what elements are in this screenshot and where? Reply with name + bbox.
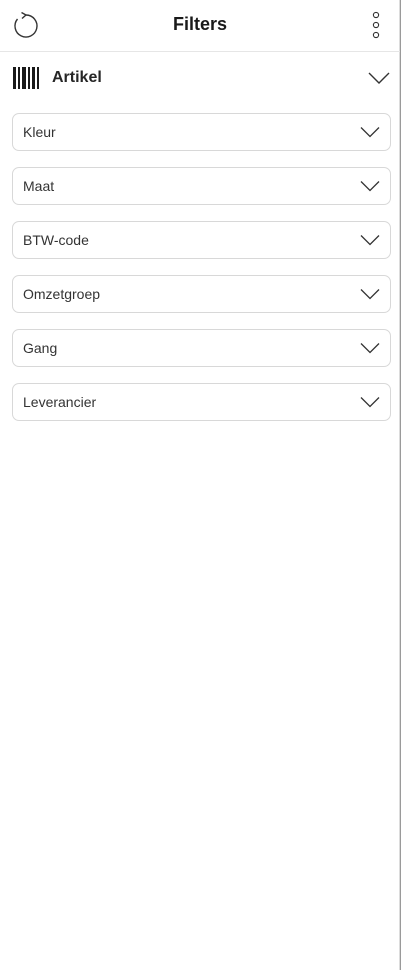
chevron-down-icon [360, 397, 380, 408]
page-title: Filters [172, 14, 228, 34]
filter-dropdown-label: Maat [23, 178, 55, 194]
section-header-artikel[interactable]: Artikel [0, 52, 400, 104]
filter-dropdown[interactable]: Omzetgroep [12, 275, 391, 313]
filter-dropdown[interactable]: Leverancier [12, 383, 391, 421]
filters-panel: Filters Artikel Kleur Maat BTW-code Omzetgr… [0, 0, 400, 970]
filter-dropdown-label: Leverancier [23, 394, 97, 410]
filters-header: Filters [0, 0, 400, 52]
chevron-down-icon [368, 72, 390, 84]
more-options-button[interactable] [364, 8, 388, 44]
filter-dropdown[interactable]: Kleur [12, 113, 391, 151]
filter-dropdown[interactable]: BTW-code [12, 221, 391, 259]
chevron-down-icon [360, 343, 380, 354]
filter-dropdown-label: Gang [23, 340, 58, 356]
window-edge [400, 0, 404, 970]
filter-dropdown-label: Kleur [23, 124, 56, 140]
refresh-icon [14, 12, 38, 38]
chevron-down-icon [360, 181, 380, 192]
refresh-button[interactable] [11, 11, 41, 41]
filter-dropdown-label: Omzetgroep [23, 286, 101, 302]
section-label: Artikel [52, 69, 102, 86]
chevron-down-icon [360, 289, 380, 300]
chevron-down-icon [360, 235, 380, 246]
filter-dropdown-label: BTW-code [23, 232, 89, 248]
chevron-down-icon [360, 127, 380, 138]
filter-dropdown[interactable]: Maat [12, 167, 391, 205]
more-vertical-icon [372, 11, 380, 39]
barcode-icon [13, 67, 39, 89]
filter-dropdown[interactable]: Gang [12, 329, 391, 367]
